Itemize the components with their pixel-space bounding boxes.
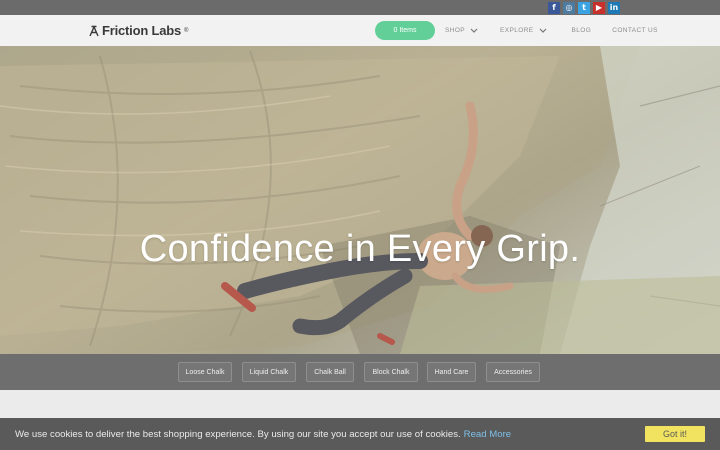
site-header: Friction Labs ® 0 Items SHOP EXPLORE BLOG…	[0, 15, 720, 46]
cookie-banner: We use cookies to deliver the best shopp…	[0, 418, 720, 450]
instagram-icon[interactable]: ◎	[563, 2, 575, 14]
category-bar: Loose Chalk Liquid Chalk Chalk Ball Bloc…	[0, 354, 720, 390]
cookie-message: We use cookies to deliver the best shopp…	[15, 429, 461, 440]
facebook-icon[interactable]: f	[548, 2, 560, 14]
cookie-read-more-link[interactable]: Read More	[464, 429, 511, 440]
logo-registered-mark: ®	[184, 27, 189, 34]
logo-mark-icon	[89, 24, 99, 36]
nav-blog[interactable]: BLOG	[572, 27, 592, 34]
nav-explore-label: EXPLORE	[500, 27, 534, 34]
category-buttons: Loose Chalk Liquid Chalk Chalk Ball Bloc…	[178, 362, 540, 382]
twitter-icon[interactable]: t	[578, 2, 590, 14]
category-loose-chalk[interactable]: Loose Chalk	[178, 362, 232, 382]
chevron-down-icon	[539, 28, 546, 33]
social-bar: f ◎ t ▶ in	[0, 0, 720, 15]
hero-banner: Confidence in Every Grip.	[0, 46, 720, 354]
category-chalk-ball[interactable]: Chalk Ball	[306, 362, 354, 382]
social-icons: f ◎ t ▶ in	[548, 2, 620, 14]
linkedin-icon[interactable]: in	[608, 2, 620, 14]
main-nav: 0 Items SHOP EXPLORE BLOG CONTACT US	[375, 21, 658, 40]
hero-title: Confidence in Every Grip.	[139, 228, 581, 270]
cart-button[interactable]: 0 Items	[375, 21, 435, 40]
logo-text: Friction Labs	[102, 23, 182, 38]
category-block-chalk[interactable]: Block Chalk	[364, 362, 418, 382]
nav-shop[interactable]: SHOP	[445, 27, 478, 34]
cookie-accept-button[interactable]: Got it!	[645, 426, 705, 442]
chevron-down-icon	[470, 28, 478, 33]
nav-contact-us[interactable]: CONTACT US	[612, 27, 658, 34]
nav-shop-label: SHOP	[445, 27, 466, 34]
category-liquid-chalk[interactable]: Liquid Chalk	[242, 362, 296, 382]
nav-explore[interactable]: EXPLORE	[500, 27, 547, 34]
logo[interactable]: Friction Labs ®	[88, 23, 188, 38]
hero-background-image	[0, 46, 720, 354]
cookie-message-wrapper: We use cookies to deliver the best shopp…	[15, 429, 511, 440]
category-hand-care[interactable]: Hand Care	[427, 362, 476, 382]
category-accessories[interactable]: Accessories	[486, 362, 540, 382]
youtube-icon[interactable]: ▶	[593, 2, 605, 14]
